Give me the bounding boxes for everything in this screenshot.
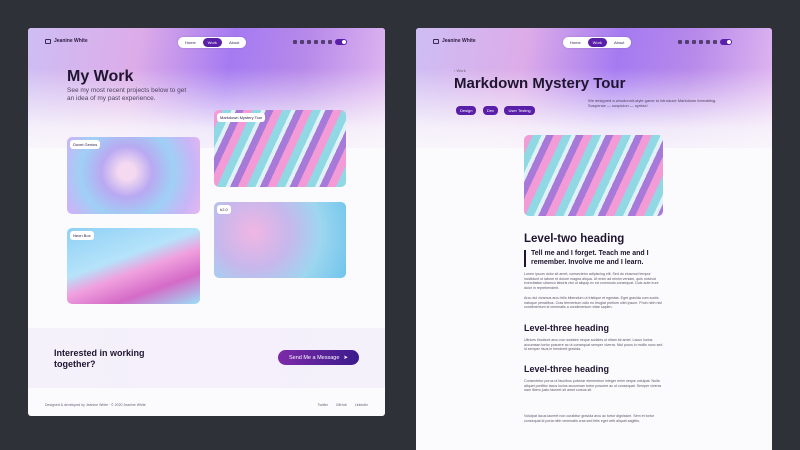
paragraph: Consectetur purus ut faucibus pulvinar e… [524,379,662,393]
social-links [293,39,347,45]
brand-name: Jeanine White [442,38,476,44]
github-icon[interactable] [692,40,696,44]
project-title: Markdown Mystery Tour [454,75,626,92]
card-label: Neon Box [70,231,94,240]
level-three-heading: Level-three heading [524,364,610,374]
nav-pills: Home Work About [178,37,247,48]
cta-heading: Interested in working together? [54,348,145,369]
article-h2: Level-two heading [524,233,664,245]
social-links [678,39,732,45]
dribbble-icon[interactable] [685,40,689,44]
footer-link-github[interactable]: GitHub [336,403,347,407]
footer-credit: Designed & developed by Jeanine White · … [45,403,146,407]
tag-list: Design Dev User Testing [456,99,537,117]
theme-toggle[interactable] [720,39,732,45]
back-link[interactable]: ‹ Work [454,68,466,73]
project-hero-image [524,135,663,216]
theme-toggle[interactable] [335,39,347,45]
twitter-icon[interactable] [293,40,297,44]
footer-link-twitter[interactable]: Twitter [318,403,328,407]
linkedin-icon[interactable] [713,40,717,44]
paragraph: Volutpat lacus laoreet non curabitur gra… [524,414,655,423]
logo-icon [433,38,439,44]
paragraph: Ultrices tincidunt arcu non sodales nequ… [524,338,663,352]
brand-name: Jeanine White [54,38,88,44]
page-subtitle: See my most recent projects below to get… [67,87,187,102]
instagram-icon[interactable] [321,40,325,44]
blockquote: Tell me and I forget. Teach me and I rem… [524,250,664,267]
send-icon: ➤ [343,354,349,361]
card-label: Markdown Mystery Tour [217,113,266,122]
project-card-h2o[interactable]: h2.0 [214,202,346,278]
project-page-preview: Jeanine White Home Work About ‹ Work Mar… [416,28,772,450]
footer: Designed & developed by Jeanine White · … [45,403,368,407]
project-description: We designed a whodunnit-style game to in… [588,98,717,108]
instagram-icon[interactable] [706,40,710,44]
nav-work[interactable]: Work [202,38,222,47]
work-page-preview: Jeanine White Home Work About My Work Se… [28,28,385,416]
codepen-icon[interactable] [314,40,318,44]
project-card-neon-box[interactable]: Neon Box [67,228,200,304]
tag-design[interactable]: Design [456,106,477,115]
level-two-heading: Level-two heading [524,233,625,245]
brand[interactable]: Jeanine White [433,38,476,44]
nav-home[interactable]: Home [180,38,201,47]
nav-about[interactable]: About [224,38,244,47]
github-icon[interactable] [307,40,311,44]
level-three-heading: Level-three heading [524,323,610,333]
project-card-markdown[interactable]: Markdown Mystery Tour [214,110,346,187]
project-card-duvet-genius[interactable]: Duvet Genius [67,137,200,214]
top-nav: Jeanine White Home Work About [28,28,385,54]
tag-dev[interactable]: Dev [482,106,499,115]
nav-about[interactable]: About [609,38,629,47]
dribbble-icon[interactable] [300,40,304,44]
logo-icon [45,38,51,44]
card-label: Duvet Genius [70,140,101,149]
paragraph: Arcu dui vivamus arcu felis bibendum ut … [524,296,662,310]
card-label: h2.0 [217,205,231,214]
brand[interactable]: Jeanine White [45,38,88,44]
top-nav: Jeanine White Home Work About [416,28,772,54]
footer-link-linkedin[interactable]: LinkedIn [355,403,368,407]
nav-work[interactable]: Work [587,38,607,47]
cta-button-label: Send Me a Message [288,354,340,361]
linkedin-icon[interactable] [328,40,332,44]
tag-user-testing[interactable]: User Testing [504,106,535,115]
codepen-icon[interactable] [699,40,703,44]
twitter-icon[interactable] [678,40,682,44]
send-message-button[interactable]: Send Me a Message ➤ [278,350,359,365]
nav-pills: Home Work About [563,37,632,48]
paragraph: Lorem ipsum dolor sit amet, consectetur … [524,272,659,290]
page-title: My Work [67,68,134,85]
nav-home[interactable]: Home [565,38,586,47]
